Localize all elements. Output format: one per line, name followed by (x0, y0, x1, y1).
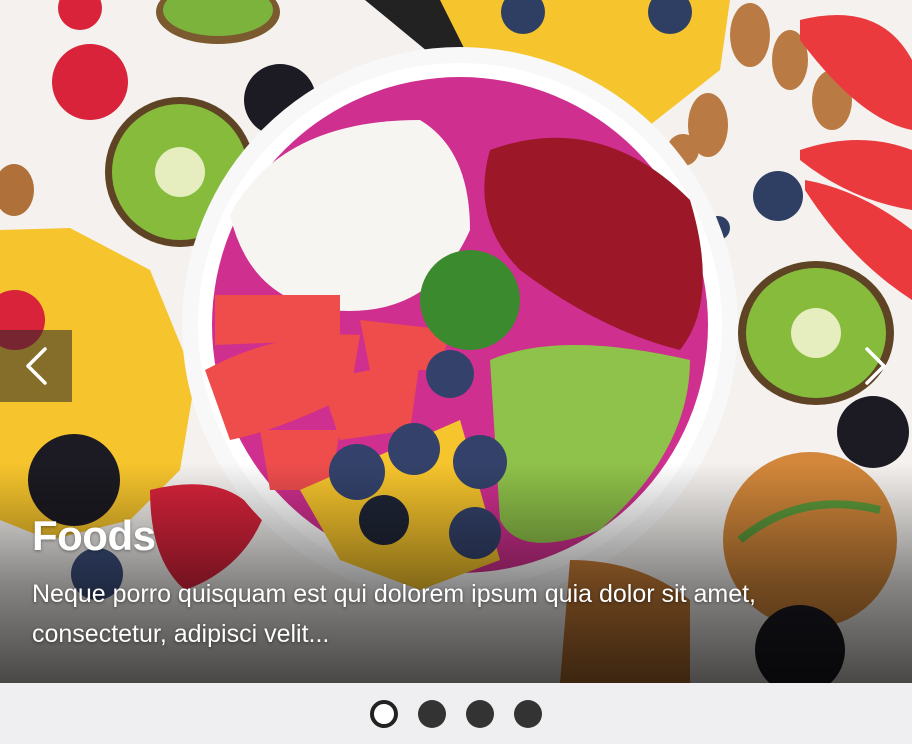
slide-description: Neque porro quisquam est qui dolorem ips… (32, 580, 756, 648)
carousel-slide: Foods Neque porro quisquam est qui dolor… (0, 0, 912, 683)
indicator-dot-4[interactable] (514, 699, 542, 728)
next-slide-button[interactable] (840, 330, 912, 402)
chevron-left-icon (26, 347, 47, 385)
previous-slide-button[interactable] (0, 330, 72, 402)
chevron-right-icon (865, 347, 886, 385)
image-carousel: Foods Neque porro quisquam est qui dolor… (0, 0, 912, 744)
indicator-dot-1[interactable] (370, 699, 398, 728)
carousel-indicators (0, 683, 912, 744)
indicator-dot-2[interactable] (418, 699, 446, 728)
slide-title: Foods (32, 512, 156, 559)
slide-caption: Foods Neque porro quisquam est qui dolor… (32, 512, 852, 654)
indicator-dot-3[interactable] (466, 699, 494, 728)
